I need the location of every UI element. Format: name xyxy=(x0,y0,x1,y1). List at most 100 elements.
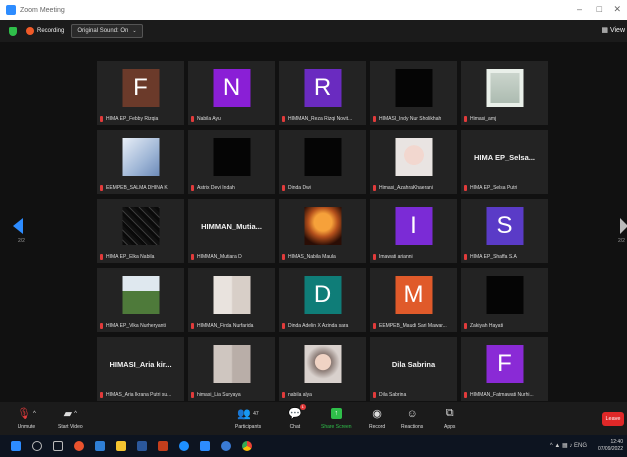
avatar: M xyxy=(395,276,432,314)
participant-tile[interactable]: Dila Sabrina Dila Sabrina xyxy=(370,337,457,401)
profile-photo xyxy=(122,207,159,245)
zoom-taskbar-icon[interactable] xyxy=(200,441,210,451)
muted-mic-icon xyxy=(282,254,285,260)
system-tray[interactable]: ^ ▲ ▦ ♪ ENG xyxy=(550,442,587,449)
participants-button[interactable]: 👥 47 Participants xyxy=(235,406,261,430)
participant-tile[interactable]: HIMMAN_Firda Nurfarida xyxy=(188,268,275,332)
muted-mic-icon xyxy=(282,392,285,398)
participant-tile[interactable]: HIMA EP_Vika Nurheryanti xyxy=(97,268,184,332)
record-button[interactable]: ◉ Record xyxy=(369,406,385,430)
clock[interactable]: 12:40 07/09/2022 xyxy=(598,439,623,453)
participant-name: EEMPEB_SALMA DHINA K xyxy=(106,185,168,191)
profile-photo xyxy=(486,69,523,107)
participant-tile[interactable]: HIMA EP_Selsa... HIMA EP_Selsa Putri xyxy=(461,130,548,194)
muted-mic-icon xyxy=(100,254,103,260)
word-icon[interactable] xyxy=(137,441,147,451)
opera-icon[interactable] xyxy=(74,441,84,451)
muted-mic-icon xyxy=(282,116,285,122)
participant-tile[interactable]: Himasi_amj xyxy=(461,61,548,125)
participant-tile[interactable]: Zakiyah Hayati xyxy=(461,268,548,332)
participant-display-name: HIMASI_Aria kir... xyxy=(109,360,172,369)
muted-mic-icon xyxy=(100,323,103,329)
participant-tile[interactable]: F HIMMAN_Fatmawati Nurhi... xyxy=(461,337,548,401)
start-video-button[interactable]: ▰ ^ Start Video xyxy=(58,406,83,430)
participant-tile[interactable]: M EEMPEB_Maudi Sari Mawar... xyxy=(370,268,457,332)
maximize-button[interactable]: □ xyxy=(597,4,602,14)
muted-mic-icon xyxy=(373,392,376,398)
recording-label: Recording xyxy=(37,28,65,34)
avatar: S xyxy=(486,207,523,245)
profile-photo xyxy=(122,138,159,176)
participant-tile[interactable]: I Imawati arianni xyxy=(370,199,457,263)
minimize-button[interactable]: – xyxy=(577,4,582,14)
chrome-icon[interactable] xyxy=(242,441,252,451)
participant-tile[interactable]: Astrix Devi Indah xyxy=(188,130,275,194)
meeting-toolbar: 🎙 ^ Unmute ▰ ^ Start Video 👥 47 Participant… xyxy=(0,402,627,435)
mic-muted-icon: 🎙 ^ xyxy=(17,408,36,420)
participant-tile[interactable]: HIMASI_Aria kir... HIMAS_Aria Ikrana Put… xyxy=(97,337,184,401)
app-taskbar-icon[interactable] xyxy=(221,441,231,451)
file-explorer-icon[interactable] xyxy=(116,441,126,451)
participant-tile[interactable]: R HIMMAN_Reza Rizqi Novit... xyxy=(279,61,366,125)
avatar xyxy=(213,138,250,176)
profile-photo xyxy=(213,345,250,383)
participant-name: Zakiyah Hayati xyxy=(470,323,504,329)
unmute-button[interactable]: 🎙 ^ Unmute xyxy=(17,406,36,430)
participant-tile[interactable]: HIMA EP_Elka Nabila xyxy=(97,199,184,263)
participant-tile[interactable]: F HIMA EP_Febby Rizqia xyxy=(97,61,184,125)
apps-icon: ⧉ xyxy=(445,407,454,419)
task-view-icon[interactable] xyxy=(53,441,63,451)
participant-name: Astrix Devi Indah xyxy=(197,185,235,191)
profile-photo xyxy=(304,207,341,245)
participant-name: HIMAS_Aria Ikrana Putri su... xyxy=(106,392,172,398)
participant-tile[interactable]: nabila alya xyxy=(279,337,366,401)
participant-tile[interactable]: Dinda Dwi xyxy=(279,130,366,194)
avatar: N xyxy=(213,69,250,107)
reactions-button[interactable]: ☺ Reactions xyxy=(401,406,423,431)
participant-tile[interactable]: N Nabila Ayu xyxy=(188,61,275,125)
muted-mic-icon xyxy=(373,116,376,122)
participant-name: HIMA EP_Febby Rizqia xyxy=(106,116,159,122)
close-button[interactable]: ✕ xyxy=(613,4,621,15)
powerpoint-icon[interactable] xyxy=(158,441,168,451)
window-title: Zoom Meeting xyxy=(20,6,65,14)
participant-display-name: Dila Sabrina xyxy=(391,360,436,369)
muted-mic-icon xyxy=(191,116,194,122)
participant-tile[interactable]: himasi_Lia Suryaya xyxy=(188,337,275,401)
reactions-icon: ☺ xyxy=(406,407,418,420)
profile-photo xyxy=(122,276,159,314)
original-sound-button[interactable]: Original Sound: On ⌄ xyxy=(71,24,143,38)
view-button[interactable]: ▦ View xyxy=(601,26,625,34)
recording-icon xyxy=(26,27,34,35)
previous-page-icon[interactable] xyxy=(13,218,23,234)
participant-tile[interactable]: HIMASI_Indy Nur Sholikhah xyxy=(370,61,457,125)
participant-tile[interactable]: HIMMAN_Mutia... HIMMAN_Mutiara D xyxy=(188,199,275,263)
security-shield-icon[interactable] xyxy=(9,26,17,36)
mail-icon[interactable] xyxy=(95,441,105,451)
chat-button[interactable]: 💬 1 Chat xyxy=(288,404,306,430)
participant-name: HIMASI_Indy Nur Sholikhah xyxy=(379,116,442,122)
participant-tile[interactable]: S HIMA EP_Shaffa S.A xyxy=(461,199,548,263)
zoom-app-icon xyxy=(6,5,16,15)
participant-tile[interactable]: Himasi_AzahraKhaerani xyxy=(370,130,457,194)
participant-tile[interactable]: EEMPEB_SALMA DHINA K xyxy=(97,130,184,194)
muted-mic-icon xyxy=(191,392,194,398)
participant-tile[interactable]: D Dinda Adelin X Azinda sara xyxy=(279,268,366,332)
share-screen-button[interactable]: ↑ Share Screen xyxy=(321,406,352,430)
participant-tile[interactable]: HIMAS_Nabila Maula xyxy=(279,199,366,263)
windows-start-icon[interactable] xyxy=(11,441,21,451)
muted-mic-icon xyxy=(464,392,467,398)
apps-button[interactable]: ⧉ Apps xyxy=(444,406,455,430)
participant-name: Himasi_AzahraKhaerani xyxy=(379,185,433,191)
participant-name: Imawati arianni xyxy=(379,254,413,260)
participant-name: Himasi_amj xyxy=(470,116,497,122)
avatar xyxy=(304,138,341,176)
next-page-icon[interactable] xyxy=(620,218,627,234)
avatar: D xyxy=(304,276,341,314)
edge-icon[interactable] xyxy=(179,441,189,451)
avatar: R xyxy=(304,69,341,107)
chevron-down-icon: ⌄ xyxy=(132,28,137,34)
leave-button[interactable]: Leave xyxy=(602,412,624,426)
search-icon[interactable] xyxy=(32,441,42,451)
muted-mic-icon xyxy=(282,185,285,191)
